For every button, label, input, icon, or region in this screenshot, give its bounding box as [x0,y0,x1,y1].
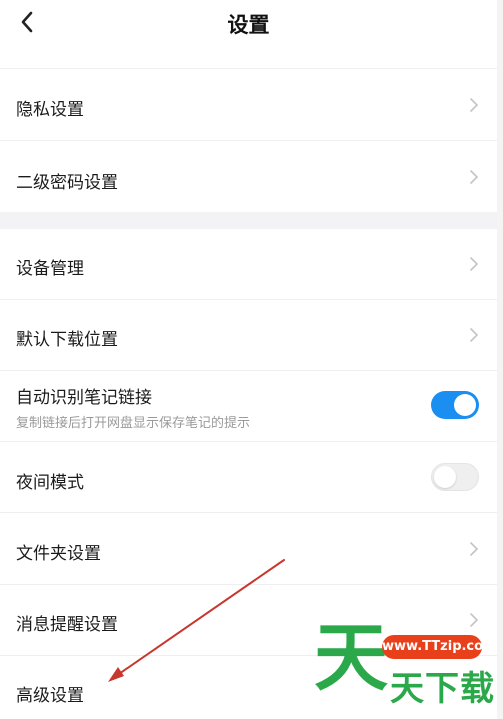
chevron-right-icon [470,98,479,112]
watermark-text: 天下载 [390,669,495,709]
watermark-logo: 天 www.TTzip.com 天下载 [312,621,497,709]
settings-item-label: 设备管理 [16,259,84,279]
settings-item-night-mode: 夜间模式 [0,442,497,512]
section-gap [0,212,497,229]
settings-item-folder-settings[interactable]: 文件夹设置 [0,513,497,584]
settings-item-label: 二级密码设置 [16,173,118,193]
chevron-right-icon [470,170,479,184]
watermark-url: www.TTzip.com [382,639,497,654]
chevron-right-icon [470,257,479,271]
page-title: 设置 [227,13,270,37]
screen-edge [497,0,503,719]
night-mode-toggle[interactable] [431,463,479,491]
settings-item-label: 消息提醒设置 [16,615,118,635]
settings-item-privacy[interactable]: 隐私设置 [0,69,497,140]
toggle-knob [454,394,476,416]
settings-item-label: 自动识别笔记链接 [16,388,152,408]
chevron-right-icon [470,613,479,627]
settings-item-label: 文件夹设置 [16,544,101,564]
top-bar: 设置 [0,0,497,68]
settings-item-auto-detect-note-links: 自动识别笔记链接 复制链接后打开网盘显示保存笔记的提示 [0,371,497,441]
auto-detect-note-links-toggle[interactable] [431,391,479,419]
settings-item-secondary-password[interactable]: 二级密码设置 [0,141,497,212]
settings-item-default-download-location[interactable]: 默认下载位置 [0,300,497,370]
settings-item-label: 隐私设置 [16,100,84,120]
settings-item-description: 复制链接后打开网盘显示保存笔记的提示 [16,416,251,431]
settings-item-label: 默认下载位置 [16,330,118,350]
chevron-right-icon [470,542,479,556]
settings-item-label: 夜间模式 [16,473,84,493]
settings-item-device-management[interactable]: 设备管理 [0,229,497,299]
chevron-right-icon [470,328,479,342]
toggle-knob [434,466,456,488]
settings-item-label: 高级设置 [16,686,84,706]
watermark-url-pill: www.TTzip.com [382,635,497,659]
watermark-logo-glyph: 天 [314,615,388,701]
